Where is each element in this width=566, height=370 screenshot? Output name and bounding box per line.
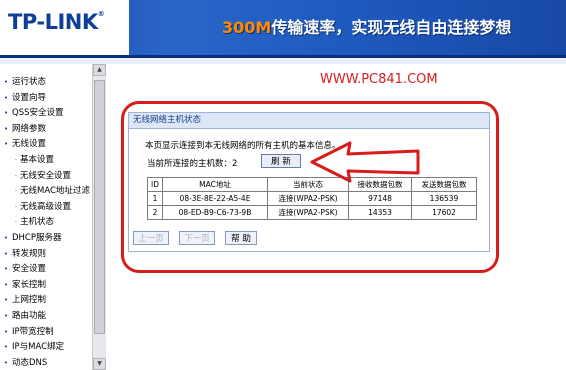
sidebar-item[interactable]: • 动态DNS	[0, 356, 92, 370]
sidebar-item-label: 无线安全设置	[20, 170, 72, 181]
sidebar-item-label: 路由功能	[12, 311, 47, 321]
highlight-frame	[121, 101, 499, 273]
sidebar-item-label: 家长控制	[12, 279, 47, 290]
bullet-icon: •	[3, 109, 9, 118]
sidebar-item-label: 运行状态	[12, 77, 47, 87]
bullet-icon: •	[3, 249, 9, 258]
sidebar-item[interactable]: • 网络参数	[0, 122, 92, 136]
sidebar-item[interactable]: • 上网控制	[0, 293, 92, 307]
sidebar-menu: • 运行状态 • 设置向导 • QSS安全设置 • 网络参数 • 无线设置 · 基本设置 · 无线安全设置…	[0, 64, 92, 370]
bullet-icon: ·	[14, 171, 18, 180]
bullet-icon: •	[3, 312, 9, 320]
sidebar-item-label: 安全设置	[12, 264, 47, 275]
sidebar-item[interactable]: · 无线MAC地址过滤	[0, 184, 92, 198]
tp-link-logo: TP-LINK®	[8, 10, 105, 34]
sidebar-item[interactable]: · 主机状态	[0, 215, 92, 229]
sidebar-item-label: 无线MAC地址过滤	[20, 186, 90, 197]
sidebar-item-label: QSS安全设置	[12, 108, 64, 119]
sidebar-item[interactable]: • IP带宽控制	[0, 325, 92, 339]
bullet-icon: ·	[14, 218, 18, 227]
sidebar-item[interactable]: · 无线高级设置	[0, 200, 92, 214]
sidebar-item-label: IP与MAC绑定	[12, 342, 65, 353]
bullet-icon: ·	[14, 187, 18, 196]
sidebar-item[interactable]: • 家长控制	[0, 278, 92, 292]
sidebar-item-label: 无线设置	[12, 139, 47, 150]
sidebar-scrollbar[interactable]: ▲ ▼	[92, 64, 106, 370]
arrow-left-icon	[310, 141, 420, 183]
header-banner: TP-LINK® 300M传输速率，实现无线自由连接梦想	[0, 0, 566, 55]
bullet-icon: •	[3, 124, 9, 133]
watermark-text: WWW.PC841.COM	[320, 72, 438, 87]
sidebar-item-label: IP带宽控制	[12, 326, 54, 337]
sidebar-item-label: 动态DNS	[12, 357, 48, 368]
bullet-icon: •	[3, 280, 9, 289]
bullet-icon: •	[3, 358, 9, 367]
scroll-up-icon[interactable]: ▲	[93, 64, 106, 76]
sidebar-item-label: DHCP服务器	[12, 233, 62, 243]
bullet-icon: •	[3, 296, 9, 305]
bullet-icon: •	[3, 140, 9, 149]
scroll-thumb[interactable]	[94, 80, 105, 334]
sidebar-item[interactable]: · 无线安全设置	[0, 169, 92, 183]
sidebar-item-label: 设置向导	[12, 92, 47, 103]
scroll-down-icon[interactable]: ▼	[93, 358, 106, 370]
sidebar-item-label: 上网控制	[12, 295, 47, 306]
bullet-icon: •	[3, 327, 9, 336]
bullet-icon: ·	[14, 156, 18, 164]
bullet-icon: •	[3, 234, 9, 242]
sidebar-item-label: 网络参数	[12, 123, 47, 134]
logo-area: TP-LINK®	[0, 0, 129, 55]
sidebar-item-label: 无线高级设置	[20, 201, 72, 212]
header-slogan: 300M传输速率，实现无线自由连接梦想	[222, 18, 512, 37]
bullet-icon: •	[3, 265, 9, 274]
sidebar-item[interactable]: · 基本设置	[0, 153, 92, 167]
bullet-icon: •	[3, 78, 9, 86]
sidebar-item[interactable]: • 运行状态	[0, 75, 92, 89]
sidebar-item-label: 基本设置	[20, 155, 55, 165]
sidebar-item[interactable]: • DHCP服务器	[0, 231, 92, 245]
bullet-icon: •	[3, 93, 9, 102]
sidebar-item-label: 转发规则	[12, 248, 47, 259]
sidebar-item[interactable]: • 设置向导	[0, 91, 92, 105]
bullet-icon: •	[3, 343, 9, 352]
sidebar-item[interactable]: • QSS安全设置	[0, 106, 92, 120]
sidebar-item[interactable]: • 安全设置	[0, 262, 92, 276]
sidebar-item[interactable]: • 转发规则	[0, 247, 92, 261]
sidebar-item[interactable]: • IP与MAC绑定	[0, 340, 92, 354]
sidebar-item[interactable]: • 无线设置	[0, 137, 92, 151]
sidebar-item[interactable]: • 路由功能	[0, 309, 92, 323]
sidebar-item-label: 主机状态	[20, 217, 55, 228]
bullet-icon: ·	[14, 202, 18, 211]
